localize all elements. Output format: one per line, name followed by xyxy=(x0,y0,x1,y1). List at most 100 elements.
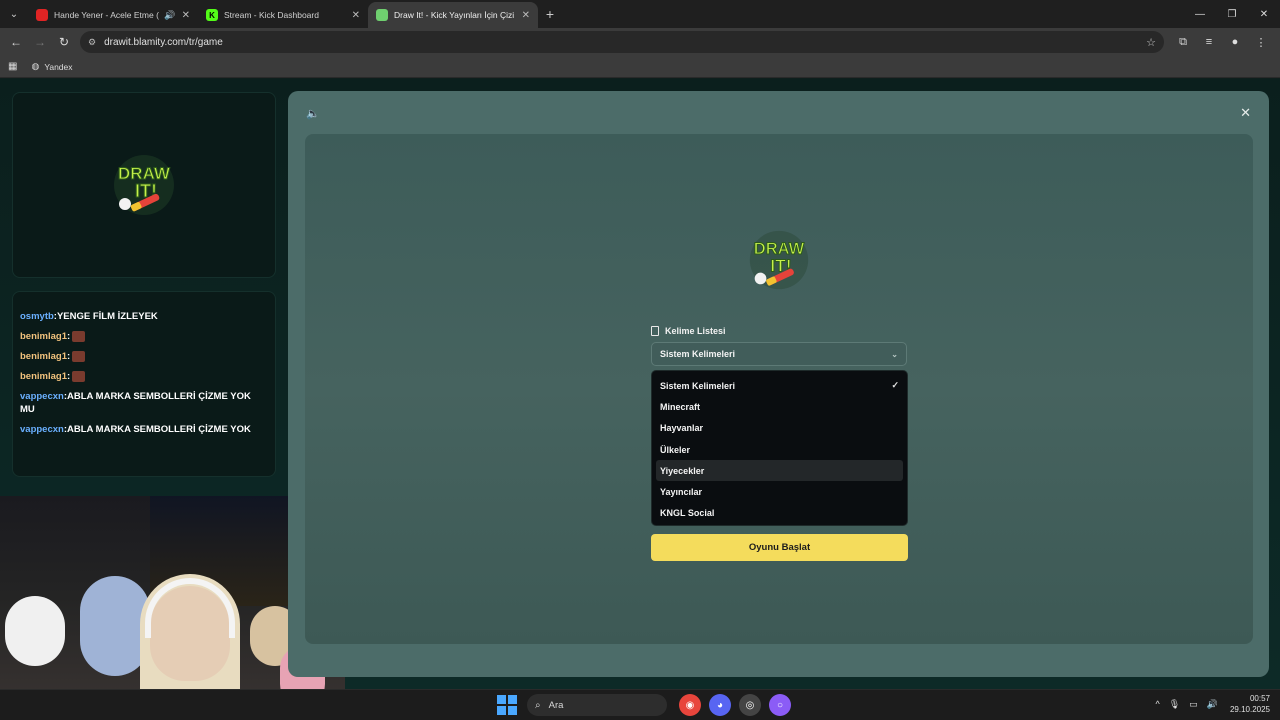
volume-icon[interactable]: 🔊 xyxy=(1207,699,1218,710)
draw-it-logo: DRAW IT! xyxy=(114,155,174,215)
option-label: Sistem Kelimeleri xyxy=(660,380,736,391)
chat-message: benimlag1: xyxy=(20,330,268,343)
page-content: DRAW IT! osmytb:YENGE FİLM İZLEYEK benim… xyxy=(0,79,1280,720)
speaker-icon[interactable]: 🔊 xyxy=(164,10,175,21)
pencil-favicon-icon xyxy=(376,9,388,21)
chat-panel: osmytb:YENGE FİLM İZLEYEK benimlag1: ben… xyxy=(12,291,276,477)
site-info-icon[interactable]: ⚙ xyxy=(88,37,96,48)
minimize-icon[interactable]: — xyxy=(1184,0,1216,28)
option-label: Hayvanlar xyxy=(660,423,704,434)
reading-list-icon[interactable]: ≡ xyxy=(1196,30,1222,54)
forward-icon[interactable]: → xyxy=(28,30,52,54)
windows-taskbar: ⌕ Ara ◉ ◕ ◎ ○ ^ 🎙 ▭ 🔊 00:57 29.10.2025 xyxy=(0,689,1280,720)
game-setup-panel: DRAW IT! Kelime Listesi Sistem Kelimeler… xyxy=(305,134,1253,644)
option-hayvanlar[interactable]: Hayvanlar xyxy=(656,418,903,439)
windows-start-icon[interactable] xyxy=(497,695,517,715)
close-tab-icon[interactable]: ✕ xyxy=(522,10,530,21)
chat-text: YENGE FİLM İZLEYEK xyxy=(56,311,158,322)
profile-avatar-icon[interactable]: ● xyxy=(1222,30,1248,54)
option-sistem-kelimeleri[interactable]: Sistem Kelimeleri ✓ xyxy=(656,375,903,396)
tab-title: Draw It! - Kick Yayınları İçin Çizi xyxy=(394,10,515,20)
window-controls: — ❐ ✕ xyxy=(1184,0,1280,28)
app-ring-icon[interactable]: ○ xyxy=(769,694,791,716)
tab-title: Hande Yener - Acele Etme ( xyxy=(54,10,159,20)
extensions-icon[interactable]: ⧉ xyxy=(1170,30,1196,54)
new-tab-button[interactable]: + xyxy=(538,6,562,22)
menu-icon[interactable]: ⋮ xyxy=(1248,30,1274,54)
address-bar[interactable]: ⚙ drawit.blamity.com/tr/game ☆ xyxy=(80,31,1164,53)
chat-message: vappecxn:ABLA MARKA SEMBOLLERİ ÇİZME YOK… xyxy=(20,391,251,415)
word-list-label: Kelime Listesi xyxy=(651,326,726,336)
chat-username[interactable]: benimlag1 xyxy=(20,351,67,362)
logo-panel: DRAW IT! xyxy=(12,92,276,278)
chat-username[interactable]: benimlag1 xyxy=(20,371,67,382)
option-ulkeler[interactable]: Ülkeler xyxy=(656,439,903,460)
monitor-icon[interactable]: ▭ xyxy=(1189,699,1198,710)
close-window-icon[interactable]: ✕ xyxy=(1248,0,1280,28)
word-list-label-text: Kelime Listesi xyxy=(665,326,726,336)
tab-hande-yener[interactable]: Hande Yener - Acele Etme ( 🔊 ✕ xyxy=(28,2,198,28)
clock-date: 29.10.2025 xyxy=(1229,705,1270,714)
option-kngl-social[interactable]: KNGL Social xyxy=(656,503,903,524)
chat-username[interactable]: benimlag1 xyxy=(20,331,67,342)
chrome-icon[interactable]: ◉ xyxy=(679,694,701,716)
clock[interactable]: 00:57 29.10.2025 xyxy=(1230,693,1270,715)
option-minecraft[interactable]: Minecraft xyxy=(656,396,903,417)
taskbar-search[interactable]: ⌕ Ara xyxy=(527,694,667,716)
chevron-up-icon[interactable]: ^ xyxy=(1156,699,1160,709)
taskbar-center: ⌕ Ara ◉ ◕ ◎ ○ xyxy=(497,694,795,716)
microphone-icon[interactable]: 🎙 xyxy=(1169,699,1180,710)
search-label: Ara xyxy=(548,699,564,711)
bookmark-yandex[interactable]: Yandex xyxy=(44,62,72,72)
discord-icon[interactable]: ◕ xyxy=(709,694,731,716)
emote-icon xyxy=(72,370,86,382)
url-text: drawit.blamity.com/tr/game xyxy=(104,36,223,48)
selected-value: Sistem Kelimeleri xyxy=(660,349,736,359)
restore-icon[interactable]: ❐ xyxy=(1216,0,1248,28)
option-label: Ülkeler xyxy=(660,444,691,455)
check-icon: ✓ xyxy=(891,380,899,391)
tab-search-button[interactable]: ⌄ xyxy=(0,0,28,28)
document-icon xyxy=(651,326,659,336)
option-label: Yayıncılar xyxy=(660,487,703,498)
option-yayincilar[interactable]: Yayıncılar xyxy=(656,481,903,502)
draw-it-logo: DRAW IT! xyxy=(749,230,809,290)
option-yiyecekler[interactable]: Yiyecekler xyxy=(656,460,903,482)
clock-time: 00:57 xyxy=(1249,694,1270,703)
tab-title: Stream - Kick Dashboard xyxy=(224,10,319,20)
option-label: KNGL Social xyxy=(660,508,715,519)
bookmark-star-icon[interactable]: ☆ xyxy=(1146,36,1156,49)
reload-icon[interactable]: ↻ xyxy=(52,30,76,54)
chat-message: benimlag1: xyxy=(20,350,268,363)
youtube-favicon-icon xyxy=(36,9,48,21)
chat-username[interactable]: vappecxn xyxy=(20,424,64,435)
word-list-dropdown: Sistem Kelimeleri ✓ Minecraft Hayvanlar … xyxy=(651,370,908,526)
toolbar-actions: ⧉ ≡ ● ⋮ xyxy=(1170,30,1274,54)
tab-draw-it[interactable]: Draw It! - Kick Yayınları İçin Çizi ✕ xyxy=(368,2,538,28)
start-game-button[interactable]: Oyunu Başlat xyxy=(651,534,908,561)
game-modal: 🔈 ✕ DRAW IT! Kelime Listesi Sistem Kelim… xyxy=(288,91,1269,677)
chat-username[interactable]: osmytb xyxy=(20,311,54,322)
apps-grid-icon[interactable]: ▦ xyxy=(8,61,17,72)
emote-icon xyxy=(72,330,86,342)
back-icon[interactable]: ← xyxy=(4,30,28,54)
system-tray: ^ 🎙 ▭ 🔊 00:57 29.10.2025 xyxy=(1147,693,1270,715)
chat-message: benimlag1: xyxy=(20,370,268,383)
chat-message: vappecxn:ABLA MARKA SEMBOLLERİ ÇİZME YOK xyxy=(20,424,251,435)
chat-username[interactable]: vappecxn xyxy=(20,391,64,402)
emote-icon xyxy=(72,350,86,362)
kick-favicon-icon: K xyxy=(206,9,218,21)
close-tab-icon[interactable]: ✕ xyxy=(182,10,190,21)
globe-icon: ◍ xyxy=(31,61,40,71)
close-modal-icon[interactable]: ✕ xyxy=(1240,105,1251,121)
chevron-down-icon: ⌄ xyxy=(9,8,19,20)
sound-toggle-icon[interactable]: 🔈 xyxy=(306,107,320,120)
hello-kitty-plush xyxy=(5,596,65,666)
close-tab-icon[interactable]: ✕ xyxy=(352,10,360,21)
bookmarks-bar: ▦ ◍ Yandex xyxy=(0,56,1280,78)
tab-kick-dashboard[interactable]: K Stream - Kick Dashboard ✕ xyxy=(198,2,368,28)
word-list-select[interactable]: Sistem Kelimeleri ⌄ xyxy=(651,342,907,366)
chat-message: osmytb:YENGE FİLM İZLEYEK xyxy=(20,311,158,322)
obs-icon[interactable]: ◎ xyxy=(739,694,761,716)
option-label: Minecraft xyxy=(660,401,701,412)
